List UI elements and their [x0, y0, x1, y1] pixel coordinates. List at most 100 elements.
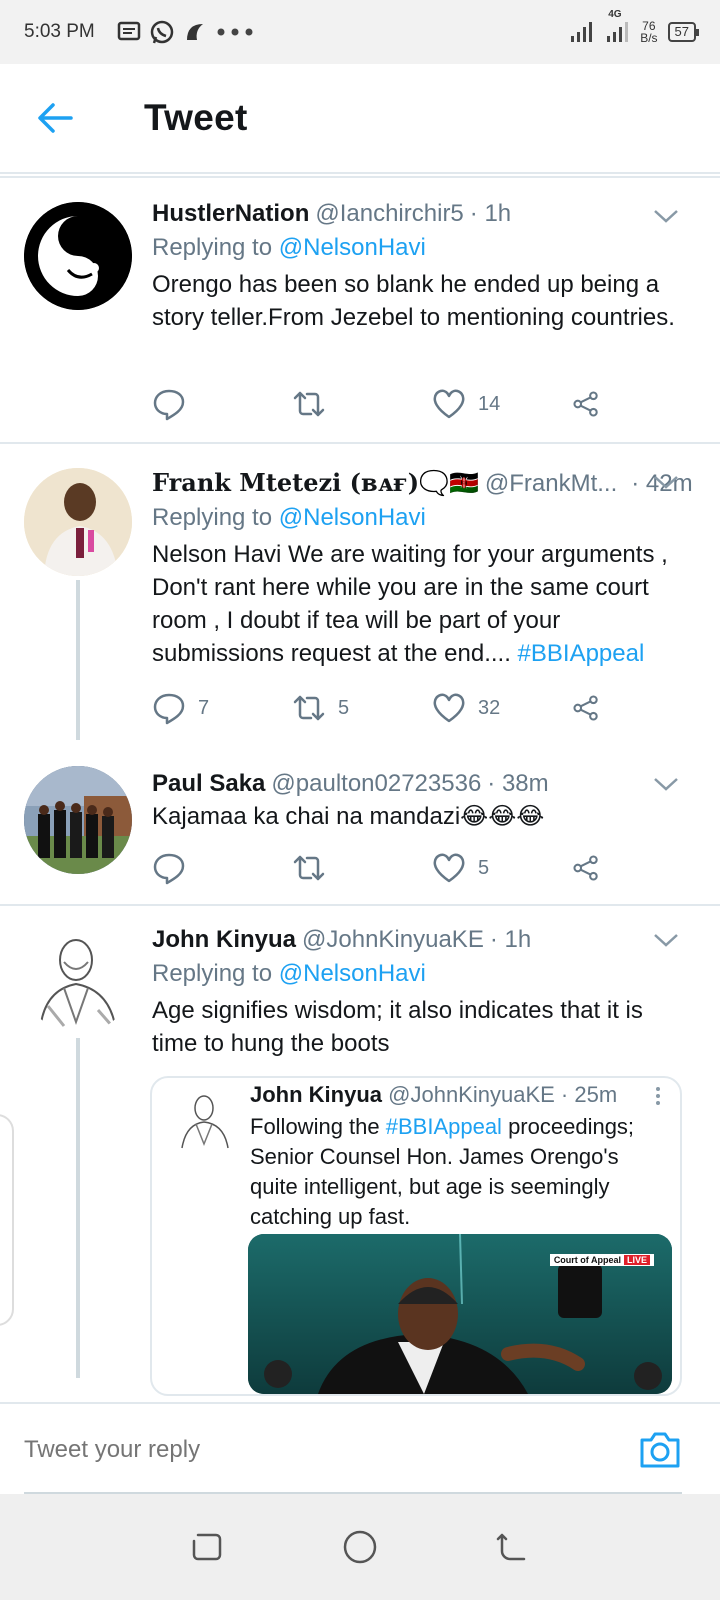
tweet-text: Orengo has been so blank he ended up bei… — [152, 271, 675, 331]
chevron-down-icon[interactable] — [652, 472, 680, 492]
like-button[interactable]: 5 — [432, 851, 572, 885]
quoted-tweet[interactable]: John Kinyua @JohnKinyuaKE · 25m Followin… — [150, 1076, 682, 1396]
back-arrow-icon — [38, 103, 73, 133]
status-right: 4G 76 B/s 57 — [570, 9, 700, 44]
signal-icon — [571, 22, 593, 42]
camera-button[interactable] — [638, 1430, 682, 1470]
tweet-time: · 1h — [489, 926, 532, 953]
replying-to: Replying to @NelsonHavi — [152, 504, 692, 532]
retweet-count: 5 — [338, 696, 350, 719]
replying-to: Replying to @NelsonHavi — [152, 960, 692, 988]
quote-author-handle: @JohnKinyuaKE — [388, 1082, 555, 1107]
tweet-text: Nelson Havi We are waiting for your argu… — [152, 538, 692, 670]
more-dots-icon — [217, 28, 253, 36]
quote-media-image[interactable]: Court of Appeal LIVE — [248, 1234, 672, 1394]
author-handle: @Ianchirchir5 — [315, 200, 464, 227]
reply-button[interactable] — [152, 387, 292, 421]
like-count: 14 — [478, 392, 501, 415]
heart-icon — [433, 693, 465, 723]
replying-to-handle[interactable]: @NelsonHavi — [279, 504, 426, 531]
quote-hashtag-link[interactable]: #BBIAppeal — [386, 1114, 502, 1139]
thread-line — [76, 580, 80, 740]
avatar[interactable] — [24, 202, 132, 310]
reply-bar — [0, 1402, 720, 1494]
reply-input[interactable] — [24, 1436, 584, 1464]
retweet-button[interactable] — [292, 851, 432, 885]
home-button[interactable] — [340, 1527, 380, 1567]
person-avatar-icon — [24, 468, 132, 576]
share-button[interactable] — [572, 691, 612, 725]
notification-icons — [117, 19, 255, 45]
system-nav-bar — [0, 1494, 720, 1600]
retweet-button[interactable] — [292, 387, 432, 421]
like-button[interactable]: 32 — [432, 691, 572, 725]
author-name[interactable]: John Kinyua — [152, 926, 296, 954]
live-badge: LIVE — [623, 1255, 650, 1265]
whatsapp-icon — [150, 20, 174, 44]
avatar[interactable] — [24, 926, 132, 1034]
tweet-actions: 7 5 32 — [152, 688, 622, 728]
heart-icon — [433, 389, 465, 419]
tweet-meta: John Kinyua @JohnKinyuaKE · 1h — [152, 926, 692, 954]
retweet-icon — [293, 391, 325, 417]
avatar[interactable] — [24, 766, 132, 874]
divider — [0, 442, 720, 444]
author-handle: @JohnKinyuaKE — [302, 926, 484, 953]
retweet-icon — [293, 695, 325, 721]
net-speed: 76 B/s — [640, 20, 657, 44]
tweet-meta: HustlerNation @Ianchirchir5 · 1h — [152, 200, 692, 228]
recents-button[interactable] — [187, 1527, 227, 1567]
network-type: 4G — [608, 9, 622, 20]
replying-to: Replying to @NelsonHavi — [152, 234, 692, 262]
quote-meta: John Kinyua @JohnKinyuaKE · 25m — [250, 1082, 617, 1108]
more-vertical-icon[interactable] — [654, 1086, 662, 1106]
chevron-down-icon[interactable] — [652, 774, 680, 794]
reply-icon — [153, 693, 185, 725]
chevron-down-icon[interactable] — [652, 206, 680, 226]
floating-side-tab[interactable] — [0, 1114, 14, 1326]
share-button[interactable] — [572, 851, 612, 885]
replying-to-handle[interactable]: @NelsonHavi — [279, 234, 426, 261]
quote-time: · 25m — [560, 1082, 618, 1107]
net-speed-unit: B/s — [640, 31, 658, 45]
reply-icon — [153, 853, 185, 885]
banner-text: Court of Appeal — [553, 1255, 621, 1265]
reply-button[interactable]: 7 — [152, 691, 292, 725]
tweet-feed[interactable]: HustlerNation @Ianchirchir5 · 1h Replyin… — [0, 176, 720, 1402]
like-button[interactable]: 14 — [432, 387, 572, 421]
battery-indicator: 57 — [667, 22, 700, 42]
back-nav-button[interactable] — [493, 1527, 533, 1567]
author-name[interactable]: Paul Saka — [152, 770, 265, 798]
reply-count: 7 — [198, 696, 210, 719]
author-name[interactable]: Frank Mtetezi (ʙᴀғ)🗨️🇰🇪 — [152, 468, 479, 497]
sketch-portrait-avatar-icon — [24, 926, 132, 1034]
recents-icon — [192, 1533, 221, 1561]
replying-to-handle[interactable]: @NelsonHavi — [279, 960, 426, 987]
live-banner: Court of Appeal LIVE — [549, 1254, 654, 1266]
avatar[interactable] — [24, 468, 132, 576]
share-icon — [573, 695, 598, 721]
retweet-button[interactable]: 5 — [292, 691, 432, 725]
author-name[interactable]: HustlerNation — [152, 200, 309, 228]
divider — [0, 904, 720, 906]
reply-button[interactable] — [152, 851, 292, 885]
tweet-text: Kajamaa ka chai na mandazi😂😂😂 — [152, 803, 545, 830]
replying-to-label: Replying to — [152, 960, 273, 987]
share-icon — [573, 855, 598, 881]
tweet-actions: 5 — [152, 848, 622, 888]
reply-icon — [153, 389, 185, 421]
tweet-time: · 38m — [487, 770, 549, 797]
chevron-down-icon[interactable] — [652, 930, 680, 950]
like-count: 32 — [478, 696, 501, 719]
hashtag-link[interactable]: #BBIAppeal — [518, 640, 645, 667]
share-button[interactable] — [572, 387, 612, 421]
signal-icon-2 — [607, 22, 629, 42]
tweet-meta: Paul Saka @paulton02723536 · 38m — [152, 770, 692, 798]
yin-yang-avatar-icon — [24, 202, 132, 310]
share-icon — [573, 391, 598, 417]
back-button[interactable] — [0, 63, 110, 173]
camera-icon — [640, 1432, 680, 1468]
tweet-actions: 14 — [152, 384, 622, 424]
quote-author-name: John Kinyua — [250, 1082, 383, 1107]
author-handle: @paulton02723536 — [271, 770, 482, 797]
